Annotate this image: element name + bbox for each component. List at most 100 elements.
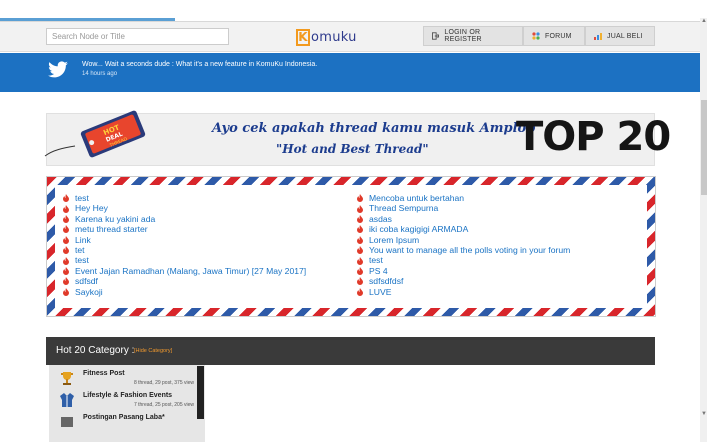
flame-icon [357,225,363,234]
thread-title[interactable]: Karena ku yakini ada [75,214,155,224]
logo-text: omuku [311,29,357,45]
thread-list-right: Mencoba untuk bertahan Thread Sempurna asd… [357,193,570,297]
flame-icon [357,215,363,224]
page-scrollbar[interactable] [700,18,707,442]
thread-title[interactable]: sdfsdfdsf [369,276,403,286]
category-name: Postingan Pasang Laba* [83,414,165,421]
banner-time: 14 hours ago [82,71,118,77]
flame-icon [357,235,363,244]
chart-icon [594,33,602,40]
category-list: Fitness Post 8 thread, 29 post, 375 view… [49,365,205,442]
jacket-icon [60,393,74,407]
flame-icon [63,267,69,276]
category-item-lifestyle[interactable]: Lifestyle & Fashion Events 7 thread, 25 … [54,390,199,412]
forum-button[interactable]: FORUM [523,26,585,46]
search-input[interactable]: Search Node or Title [46,28,229,45]
thread-link[interactable]: Saykoji [63,287,306,297]
thread-link[interactable]: iki coba kagigigi ARMADA [357,224,570,234]
notification-banner: Wow... Wait a seconds dude : What it's a… [0,53,700,92]
thread-title[interactable]: test [75,255,89,265]
thread-envelope: test Hey Hey Karena ku yakini ada metu thre… [46,176,656,317]
thread-list-left: test Hey Hey Karena ku yakini ada metu thre… [63,193,306,297]
thread-title[interactable]: PS 4 [369,266,388,276]
flame-icon [357,204,363,213]
logo-k-mark: K [296,28,310,46]
flame-icon [357,256,363,265]
flame-icon [63,287,69,296]
flame-icon [357,267,363,276]
category-item-postingan[interactable]: Postingan Pasang Laba* [54,412,199,434]
thread-link[interactable]: You want to manage all the polls voting … [357,245,570,255]
forum-label: FORUM [545,32,572,40]
hot-banner-line1: Ayo cek apakah thread kamu masuk Amplop [212,121,536,136]
thread-link[interactable]: LUVE [357,287,570,297]
trophy-icon [61,372,73,385]
forum-icon [532,32,540,40]
category-name: Lifestyle & Fashion Events [83,392,173,399]
scroll-up-arrow-icon[interactable]: ▲ [701,18,707,24]
top20-heading: TOP 20 [516,114,671,160]
thread-title[interactable]: asdas [369,214,392,224]
banner-message[interactable]: Wow... Wait a seconds dude : What it's a… [82,60,317,70]
thread-link[interactable]: PS 4 [357,266,570,276]
thread-title[interactable]: Link [75,235,91,245]
thread-title[interactable]: sdfsdf [75,276,98,286]
thread-title[interactable]: LUVE [369,287,391,297]
scroll-down-arrow-icon[interactable]: ▼ [701,411,707,417]
hide-category-link[interactable]: [Hide Category] [134,348,172,354]
thread-link[interactable]: Hey Hey [63,203,306,213]
jual-beli-label: JUAL BELI [607,32,643,40]
thread-title[interactable]: test [369,255,383,265]
thread-title[interactable]: Mencoba untuk bertahan [369,193,464,203]
thread-link[interactable]: test [357,255,570,265]
page-scrollbar-thumb[interactable] [701,100,707,195]
thread-link[interactable]: test [63,255,306,265]
login-register-button[interactable]: LOGIN OR REGISTER [423,26,523,46]
category-header: Hot 20 Category : [Hide Category] [46,337,655,365]
thread-link[interactable]: Thread Sempurna [357,203,570,213]
flame-icon [63,204,69,213]
login-icon [432,32,440,40]
category-item-fitness[interactable]: Fitness Post 8 thread, 29 post, 375 view [54,368,199,390]
site-logo[interactable]: Komuku [296,27,357,47]
envelope-content: test Hey Hey Karena ku yakini ada metu thre… [55,185,647,308]
category-meta: 8 thread, 29 post, 375 view [133,380,194,386]
thread-link[interactable]: sdfsdfdsf [357,276,570,286]
twitter-icon[interactable] [47,61,69,79]
jual-beli-button[interactable]: JUAL BELI [585,26,655,46]
thread-link[interactable]: test [63,193,306,203]
top-header: Search Node or Title Komuku LOGIN OR REG… [0,22,700,52]
thread-title[interactable]: Hey Hey [75,203,108,213]
flame-icon [357,277,363,286]
thread-title[interactable]: Thread Sempurna [369,203,438,213]
thread-link[interactable]: Event Jajan Ramadhan (Malang, Jawa Timur… [63,266,306,276]
thread-link[interactable]: Mencoba untuk bertahan [357,193,570,203]
thread-link[interactable]: Link [63,235,306,245]
page: Search Node or Title Komuku LOGIN OR REG… [0,0,707,442]
flame-icon [63,235,69,244]
category-scrollbar[interactable] [197,366,204,419]
thread-title[interactable]: iki coba kagigigi ARMADA [369,224,468,234]
login-register-label: LOGIN OR REGISTER [444,29,482,43]
thread-link[interactable]: Karena ku yakini ada [63,214,306,224]
category-title: Hot 20 Category : [56,345,135,356]
hot-banner-line2: "Hot and Best Thread" [276,142,429,156]
thread-title[interactable]: tet [75,245,85,255]
thread-link[interactable]: Lorem Ipsum [357,235,570,245]
flame-icon [63,225,69,234]
thread-title[interactable]: Lorem Ipsum [369,235,419,245]
thread-link[interactable]: sdfsdf [63,276,306,286]
thread-title[interactable]: Saykoji [75,287,103,297]
category-name: Fitness Post [83,370,125,377]
thread-title[interactable]: test [75,193,89,203]
flame-icon [357,287,363,296]
thread-title[interactable]: You want to manage all the polls voting … [369,245,570,255]
thread-link[interactable]: asdas [357,214,570,224]
flame-icon [63,277,69,286]
thread-title[interactable]: metu thread starter [75,224,148,234]
category-icon [61,417,73,427]
flame-icon [63,256,69,265]
thread-link[interactable]: metu thread starter [63,224,306,234]
thread-title[interactable]: Event Jajan Ramadhan (Malang, Jawa Timur… [75,266,306,276]
thread-link[interactable]: tet [63,245,306,255]
